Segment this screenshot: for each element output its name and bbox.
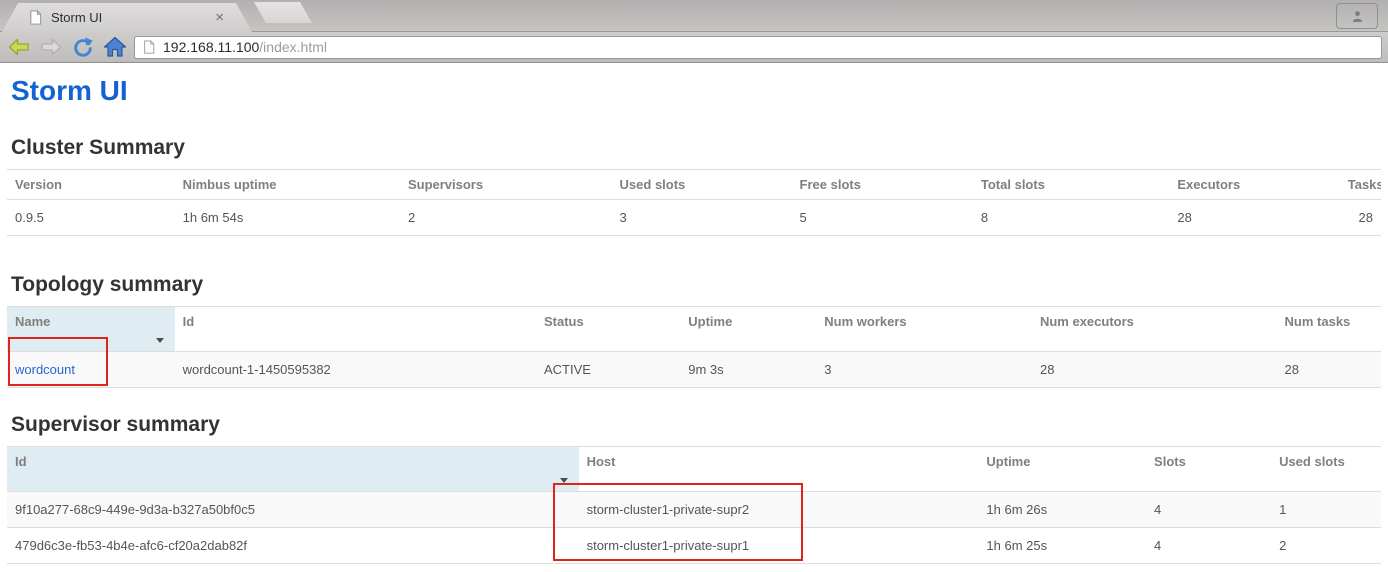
cell-supervisor-id: 479d6c3e-fb53-4b4e-afc6-cf20a2dab82f xyxy=(7,528,579,564)
col-num-tasks[interactable]: Num tasks xyxy=(1277,306,1381,351)
home-icon xyxy=(103,35,127,59)
cell-supervisor-uptime: 1h 6m 26s xyxy=(978,492,1146,528)
col-supervisor-id-label: Id xyxy=(15,454,27,469)
address-bar[interactable]: 192.168.11.100/index.html xyxy=(134,36,1382,59)
tab-title: Storm UI xyxy=(51,10,102,25)
cell-executors: 28 xyxy=(1169,199,1339,235)
col-executors[interactable]: Executors xyxy=(1169,169,1339,199)
col-num-workers[interactable]: Num workers xyxy=(816,306,1032,351)
col-id[interactable]: Id xyxy=(175,306,536,351)
supervisor-summary-heading: Supervisor summary xyxy=(11,413,1381,436)
page-content: Storm UI Cluster Summary Version Nimbus … xyxy=(0,76,1388,564)
cell-supervisor-id: 9f10a277-68c9-449e-9d3a-b327a50bf0c5 xyxy=(7,492,579,528)
profile-button[interactable] xyxy=(1336,3,1378,29)
topology-row: wordcount wordcount-1-1450595382 ACTIVE … xyxy=(7,351,1381,387)
col-nimbus-uptime[interactable]: Nimbus uptime xyxy=(175,169,400,199)
cell-tasks: 28 xyxy=(1340,199,1381,235)
col-tasks[interactable]: Tasks xyxy=(1340,169,1381,199)
supervisor-summary-table: Id Host Uptime Slots Used slots 9f10a277… xyxy=(7,446,1381,564)
new-tab-button[interactable] xyxy=(254,2,312,23)
cell-supervisor-used-slots: 2 xyxy=(1271,528,1381,564)
col-uptime[interactable]: Uptime xyxy=(680,306,816,351)
cell-used-slots: 3 xyxy=(612,199,792,235)
supervisor-header-row: Id Host Uptime Slots Used slots xyxy=(7,447,1381,492)
cell-free-slots: 5 xyxy=(792,199,973,235)
col-status[interactable]: Status xyxy=(536,306,680,351)
browser-tab-strip: Storm UI × xyxy=(0,0,1388,32)
cell-topology-workers: 3 xyxy=(816,351,1032,387)
back-arrow-icon xyxy=(7,35,31,59)
col-supervisor-id-sorted[interactable]: Id xyxy=(7,447,579,492)
cluster-header-row: Version Nimbus uptime Supervisors Used s… xyxy=(7,169,1381,199)
cell-supervisor-slots: 4 xyxy=(1146,528,1271,564)
tab-page-icon xyxy=(28,10,43,25)
browser-toolbar: 192.168.11.100/index.html xyxy=(0,32,1388,63)
person-icon xyxy=(1349,8,1366,25)
url-path: /index.html xyxy=(259,39,327,55)
col-host[interactable]: Host xyxy=(579,447,979,492)
topology-summary-heading: Topology summary xyxy=(11,273,1381,296)
cell-supervisor-uptime: 1h 6m 25s xyxy=(978,528,1146,564)
cell-supervisor-host: storm-cluster1-private-supr1 xyxy=(579,528,979,564)
col-num-executors[interactable]: Num executors xyxy=(1032,306,1277,351)
col-supervisors[interactable]: Supervisors xyxy=(400,169,612,199)
col-name-sorted[interactable]: Name xyxy=(7,306,175,351)
cell-topology-status: ACTIVE xyxy=(536,351,680,387)
forward-arrow-icon xyxy=(39,35,63,59)
url-page-icon xyxy=(142,40,156,54)
cell-topology-tasks: 28 xyxy=(1277,351,1381,387)
topology-link[interactable]: wordcount xyxy=(15,362,75,377)
col-supervisor-uptime[interactable]: Uptime xyxy=(978,447,1146,492)
col-used-slots[interactable]: Used slots xyxy=(1271,447,1381,492)
col-free-slots[interactable]: Free slots xyxy=(792,169,973,199)
cell-total-slots: 8 xyxy=(973,199,1169,235)
topology-header-row: Name Id Status Uptime Num workers Num ex… xyxy=(7,306,1381,351)
cluster-row: 0.9.5 1h 6m 54s 2 3 5 8 28 28 xyxy=(7,199,1381,235)
supervisor-row-2: 479d6c3e-fb53-4b4e-afc6-cf20a2dab82f sto… xyxy=(7,528,1381,564)
col-total-slots[interactable]: Total slots xyxy=(973,169,1169,199)
cell-topology-uptime: 9m 3s xyxy=(680,351,816,387)
cell-supervisor-used-slots: 1 xyxy=(1271,492,1381,528)
topology-summary-table: Name Id Status Uptime Num workers Num ex… xyxy=(7,306,1381,388)
tab-close-icon[interactable]: × xyxy=(213,10,226,25)
col-version[interactable]: Version xyxy=(7,169,175,199)
cell-nimbus-uptime: 1h 6m 54s xyxy=(175,199,400,235)
sort-desc-arrow-icon xyxy=(560,478,568,483)
back-button[interactable] xyxy=(6,35,31,60)
refresh-button[interactable] xyxy=(70,35,95,60)
cell-supervisors: 2 xyxy=(400,199,612,235)
cell-topology-executors: 28 xyxy=(1032,351,1277,387)
cell-supervisor-host: storm-cluster1-private-supr2 xyxy=(579,492,979,528)
col-name-label: Name xyxy=(15,314,50,329)
supervisor-row-1: 9f10a277-68c9-449e-9d3a-b327a50bf0c5 sto… xyxy=(7,492,1381,528)
sort-desc-arrow-icon xyxy=(156,338,164,343)
col-slots[interactable]: Slots xyxy=(1146,447,1271,492)
cell-version: 0.9.5 xyxy=(7,199,175,235)
browser-tab[interactable]: Storm UI × xyxy=(2,3,252,32)
cell-topology-name: wordcount xyxy=(7,351,175,387)
cluster-summary-heading: Cluster Summary xyxy=(11,136,1381,159)
home-button[interactable] xyxy=(102,35,127,60)
forward-button[interactable] xyxy=(38,35,63,60)
page-title: Storm UI xyxy=(11,76,1381,107)
refresh-icon xyxy=(72,36,94,58)
url-text: 192.168.11.100/index.html xyxy=(163,39,327,55)
cluster-summary-table: Version Nimbus uptime Supervisors Used s… xyxy=(7,169,1381,236)
url-host: 192.168.11.100 xyxy=(163,39,259,55)
cell-supervisor-slots: 4 xyxy=(1146,492,1271,528)
col-used-slots[interactable]: Used slots xyxy=(612,169,792,199)
cell-topology-id: wordcount-1-1450595382 xyxy=(175,351,536,387)
